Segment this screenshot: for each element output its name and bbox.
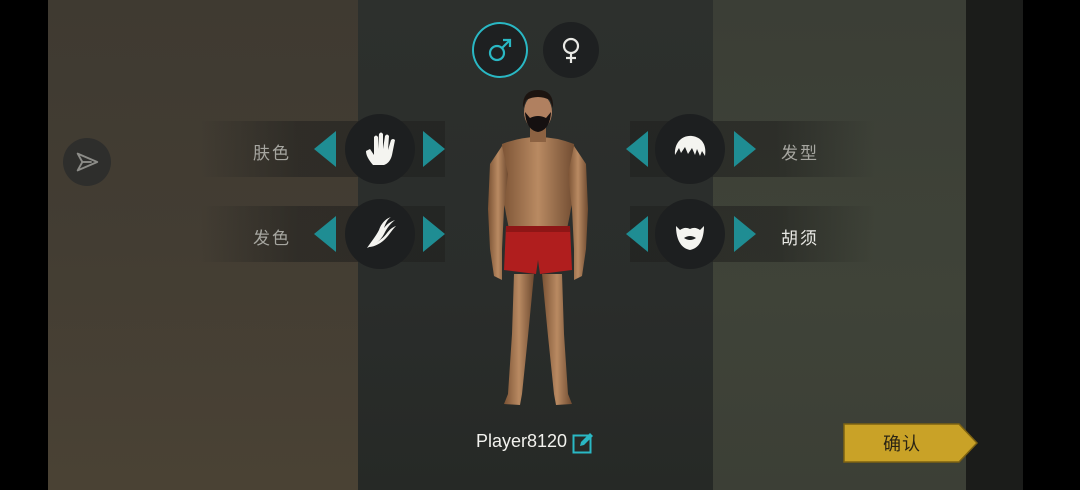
beard-prev-arrow[interactable]	[626, 216, 648, 252]
male-gender-button[interactable]	[472, 22, 528, 78]
hairstyle-label: 发型	[781, 144, 819, 164]
hairstyle-button[interactable]	[655, 114, 725, 184]
beard-next-arrow[interactable]	[734, 216, 756, 252]
skin-color-button[interactable]	[345, 114, 415, 184]
confirm-button[interactable]	[843, 423, 978, 463]
player-character-model	[488, 90, 588, 405]
skin-color-next-arrow[interactable]	[423, 131, 445, 167]
female-gender-button[interactable]	[543, 22, 599, 78]
male-symbol-icon	[488, 38, 512, 62]
hairstyle-prev-arrow[interactable]	[626, 131, 648, 167]
hand-icon	[366, 132, 395, 165]
beard-button[interactable]	[655, 199, 725, 269]
edit-pencil-icon[interactable]	[572, 432, 594, 454]
hair-strand-icon	[367, 217, 396, 248]
skin-color-prev-arrow[interactable]	[314, 131, 336, 167]
hair-color-button[interactable]	[345, 199, 415, 269]
female-symbol-icon	[562, 37, 580, 63]
share-arrow-icon	[76, 152, 99, 172]
hair-color-next-arrow[interactable]	[423, 216, 445, 252]
hairstyle-next-arrow[interactable]	[734, 131, 756, 167]
player-name: Player8120	[476, 431, 568, 451]
right-edge	[966, 0, 1023, 490]
skin-color-label: 肤色	[253, 144, 291, 164]
hair-color-prev-arrow[interactable]	[314, 216, 336, 252]
beard-icon	[676, 226, 704, 250]
hair-icon	[674, 135, 706, 156]
beard-label: 胡须	[781, 229, 819, 249]
share-button[interactable]	[63, 138, 111, 186]
hair-color-label: 发色	[253, 229, 291, 249]
